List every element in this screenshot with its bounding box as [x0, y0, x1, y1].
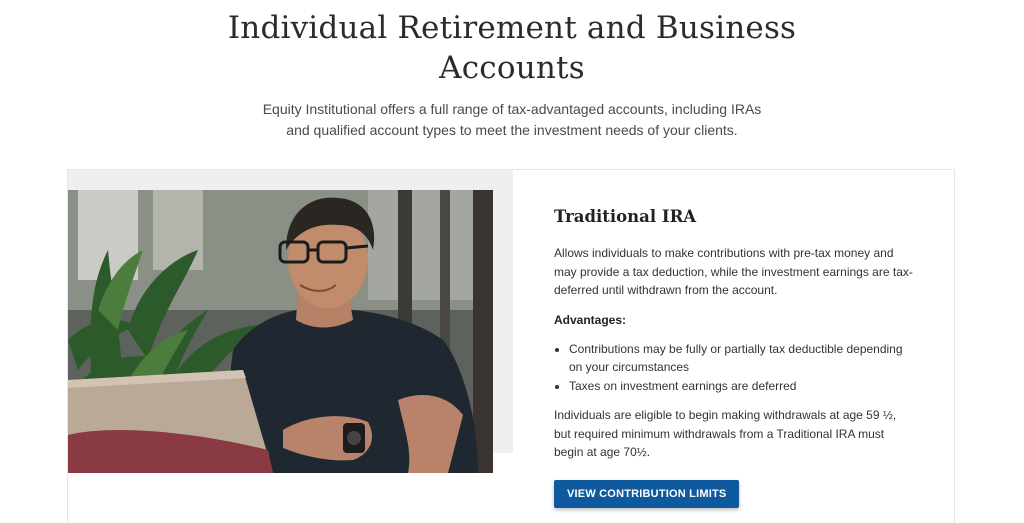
advantage-item: Contributions may be fully or partially …	[569, 340, 914, 377]
withdrawal-info: Individuals are eligible to begin making…	[554, 408, 897, 459]
page-title: Individual Retirement and Business Accou…	[227, 10, 797, 86]
intro-text: Equity Institutional offers a full range…	[262, 101, 762, 138]
account-content: Traditional IRA Allows individuals to ma…	[554, 206, 914, 508]
account-description: Allows individuals to make contributions…	[554, 246, 913, 297]
advantages-list: Contributions may be fully or partially …	[554, 340, 914, 396]
account-card: Traditional IRA Allows individuals to ma…	[67, 169, 955, 523]
advantage-item: Taxes on investment earnings are deferre…	[569, 377, 914, 396]
account-title: Traditional IRA	[554, 207, 697, 226]
view-contribution-limits-button[interactable]: VIEW CONTRIBUTION LIMITS	[554, 479, 740, 508]
advantages-label: Advantages:	[554, 312, 627, 327]
man-with-laptop-photo	[68, 190, 493, 473]
